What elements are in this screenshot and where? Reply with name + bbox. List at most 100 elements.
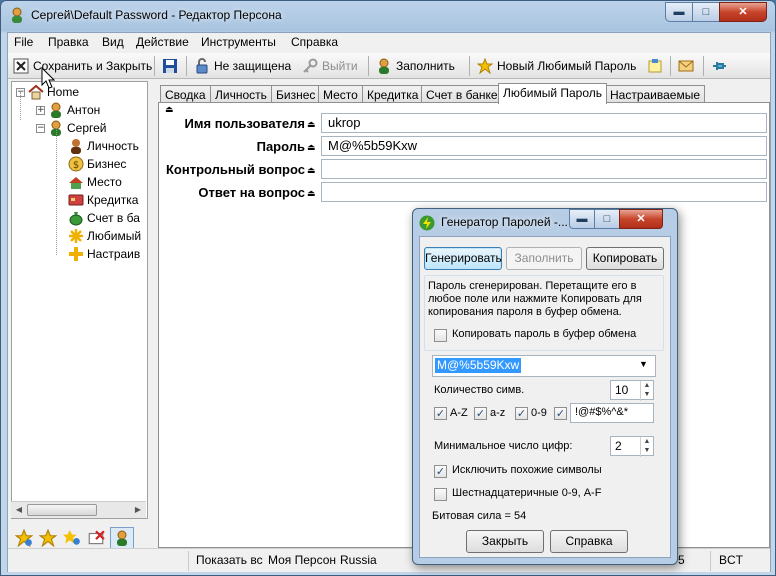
length-label: Количество симв.	[434, 384, 525, 396]
symbols-field[interactable]: !@#$%^&*	[570, 403, 654, 423]
security-answer-field[interactable]	[321, 182, 767, 202]
tree-item-custom[interactable]: Настраив	[68, 245, 140, 263]
person-app-icon	[12, 7, 22, 23]
star-add-icon[interactable]	[15, 529, 33, 547]
dialog-title: Генератор Паролей -...	[441, 215, 568, 229]
delete-card-icon[interactable]	[87, 529, 105, 547]
help-button[interactable]: Справка	[550, 530, 628, 553]
category-tabs: Сводка Личность Бизнес Место Кредитка Сч…	[158, 83, 770, 104]
tree-item-identity[interactable]: Личность	[68, 137, 139, 155]
exclude-similar-checkbox[interactable]: ✓	[434, 465, 447, 478]
tree-item-credit-card[interactable]: Кредитка	[68, 191, 138, 209]
title-bar[interactable]: Сергей\Default Password - Редактор Персо…	[1, 1, 775, 31]
lightning-icon	[419, 215, 435, 231]
tree-item-person-sergey[interactable]: − Сергей	[36, 119, 107, 137]
new-favorite-password-button[interactable]: Новый Любимый Пароль	[474, 56, 639, 76]
expand-icon[interactable]: +	[36, 105, 45, 115]
dialog-body: Генерировать Заполнить Копировать Пароль…	[419, 236, 671, 558]
generate-button[interactable]: Генерировать	[424, 247, 502, 270]
floppy-disk-icon	[163, 59, 177, 73]
tab-favorite-password[interactable]: Любимый Пароль	[498, 83, 607, 104]
email-button[interactable]	[675, 56, 697, 76]
person-view-toggle[interactable]	[110, 527, 134, 549]
toolbar: Сохранить и Закрыть Не защищена Выйти За…	[8, 53, 770, 79]
tree-item-place[interactable]: Место	[68, 173, 122, 191]
save-button[interactable]	[159, 56, 181, 76]
copy-button[interactable]: Копировать	[586, 247, 664, 270]
toolbar-separator	[703, 56, 704, 76]
hex-checkbox[interactable]	[434, 488, 447, 501]
tree-item-favorite[interactable]: Любимый	[68, 227, 141, 245]
logout-label: Выйти	[322, 59, 358, 73]
copy-to-clipboard-checkbox[interactable]	[434, 329, 447, 342]
chevron-down-icon[interactable]: ▼	[639, 359, 648, 369]
fill-button[interactable]: Заполнить	[373, 56, 458, 76]
star-person-icon[interactable]	[63, 529, 81, 547]
not-protected-label: Не защищена	[214, 59, 292, 73]
symbols-checkbox[interactable]: ✓	[554, 407, 567, 420]
hex-label[interactable]: Шестнадцатеричные 0-9, A-F	[452, 487, 601, 499]
menu-file[interactable]: File	[14, 35, 33, 49]
tree-line	[20, 92, 21, 120]
person-icon	[117, 530, 127, 546]
toolbar-separator	[154, 56, 155, 76]
digits-checkbox[interactable]: ✓	[515, 407, 528, 420]
dialog-close-button[interactable]: ✕	[619, 209, 663, 229]
tree-horizontal-scrollbar[interactable]: ◀ ▶	[11, 501, 146, 518]
copy-to-clipboard-label[interactable]: Копировать пароль в буфер обмена	[452, 328, 636, 340]
lowercase-checkbox[interactable]: ✓	[474, 407, 487, 420]
save-close-button[interactable]: Сохранить и Закрыть	[10, 56, 155, 76]
min-digits-stepper[interactable]: 2 ▲ ▼	[610, 436, 654, 457]
tree-item-business[interactable]: $ Бизнес	[68, 155, 126, 173]
scroll-thumb[interactable]	[27, 504, 97, 516]
exclude-similar-label[interactable]: Исключить похожие символы	[452, 464, 602, 476]
tab-identity[interactable]: Личность	[210, 85, 272, 103]
status-show-all[interactable]: Показать вс	[196, 553, 263, 567]
collapse-icon[interactable]: −	[36, 123, 45, 133]
tab-business[interactable]: Бизнес	[271, 85, 321, 103]
menu-view[interactable]: Вид	[102, 35, 124, 49]
tab-summary[interactable]: Сводка	[160, 85, 211, 103]
length-value: 10	[615, 383, 629, 397]
username-field[interactable]: ukrop	[321, 113, 767, 133]
tab-credit-card[interactable]: Кредитка	[362, 85, 424, 103]
dialog-maximize-button[interactable]: □	[594, 209, 620, 229]
close-dialog-button[interactable]: Закрыть	[466, 530, 544, 553]
scroll-right-icon[interactable]: ▶	[131, 503, 145, 517]
menu-tools[interactable]: Инструменты	[201, 35, 276, 49]
digits-label[interactable]: 0-9	[531, 407, 547, 419]
scroll-left-icon[interactable]: ◀	[12, 503, 26, 517]
maximize-button[interactable]: □	[692, 2, 720, 22]
spin-arrows-icon[interactable]: ▲ ▼	[640, 437, 653, 457]
window-title: Сергей\Default Password - Редактор Персо…	[31, 8, 282, 22]
menu-action[interactable]: Действие	[136, 35, 189, 49]
pin-button[interactable]	[708, 56, 730, 76]
menu-edit[interactable]: Правка	[48, 35, 89, 49]
uppercase-checkbox[interactable]: ✓	[434, 407, 447, 420]
star-icon[interactable]	[39, 529, 57, 547]
logout-button[interactable]: Выйти	[299, 56, 361, 76]
password-field[interactable]: M@%5b59Kxw	[321, 136, 767, 156]
mouse-cursor-icon	[41, 67, 55, 89]
minimize-button[interactable]: ▬	[665, 2, 693, 22]
lowercase-label[interactable]: a-z	[490, 407, 505, 419]
close-button[interactable]: ✕	[719, 2, 767, 22]
uppercase-label[interactable]: A-Z	[450, 407, 468, 419]
security-question-field[interactable]	[321, 159, 767, 179]
tab-custom[interactable]: Настраиваемые	[605, 85, 706, 103]
spin-arrows-icon[interactable]: ▲ ▼	[640, 381, 653, 401]
tree-item-bank-account[interactable]: Счет в ба	[68, 209, 140, 227]
length-stepper[interactable]: 10 ▲ ▼	[610, 380, 654, 401]
note-button[interactable]	[644, 56, 666, 76]
tab-place[interactable]: Место	[318, 85, 363, 103]
tree-item-label: Антон	[67, 103, 101, 117]
not-protected-button[interactable]: Не защищена	[191, 56, 294, 76]
tree-item-person-anton[interactable]: + Антон	[36, 101, 100, 119]
password-combo[interactable]: M@%5b59Kxw ▼	[432, 355, 656, 377]
menu-help[interactable]: Справка	[291, 35, 338, 49]
tab-bank-account[interactable]: Счет в банке	[421, 85, 503, 103]
fill-dialog-button[interactable]: Заполнить	[506, 247, 582, 270]
lock-icon: ⏏	[307, 165, 316, 175]
password-generator-dialog: Генератор Паролей -... ▬ □ ✕ Генерироват…	[412, 208, 678, 565]
dialog-minimize-button[interactable]: ▬	[569, 209, 595, 229]
